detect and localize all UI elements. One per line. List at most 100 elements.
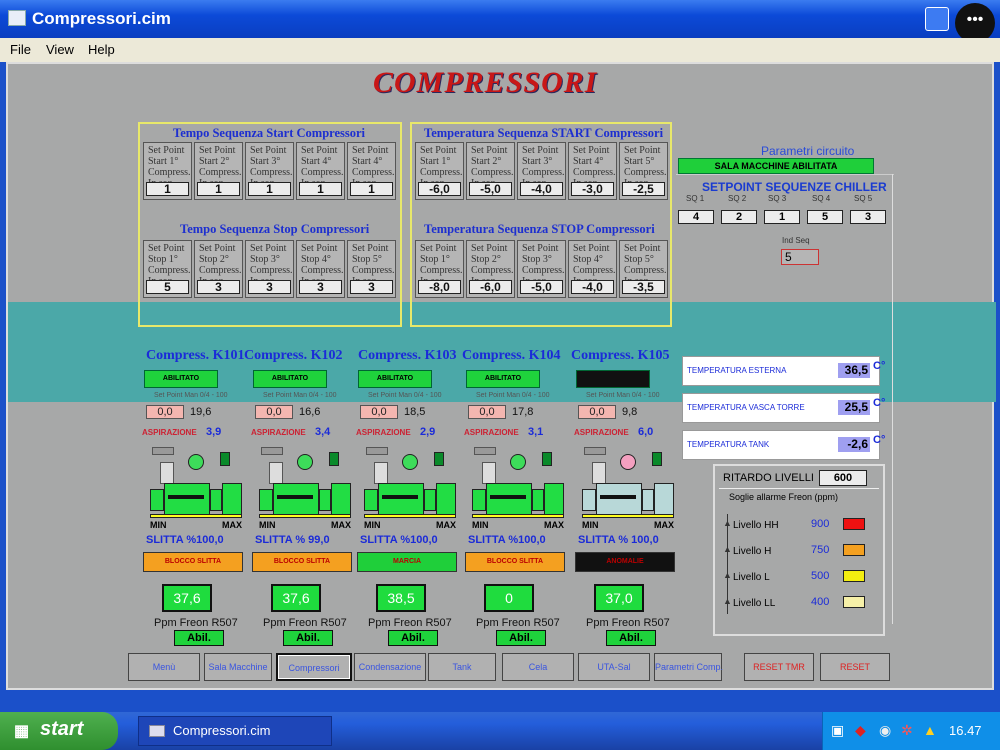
network-icon[interactable]: ▣: [831, 722, 844, 739]
setpoint-value-input[interactable]: -2,5: [622, 182, 665, 196]
abil-button[interactable]: Abil.: [388, 630, 438, 646]
setpoint-label: Set Point Man 0/4 - 100: [476, 392, 550, 399]
setpoint-value-input[interactable]: 5: [146, 280, 189, 294]
abil-button[interactable]: Abil.: [606, 630, 656, 646]
taskbar-item-compressori[interactable]: Compressori.cim: [138, 716, 332, 746]
setpoint-man-input[interactable]: 0,0: [255, 405, 293, 419]
page-title: COMPRESSORI: [373, 66, 598, 99]
setpoint-value-input[interactable]: -4,0: [571, 280, 614, 294]
abil-button[interactable]: Abil.: [496, 630, 546, 646]
clock: 16.47: [949, 723, 982, 738]
setpoint-value-input[interactable]: -3,0: [571, 182, 614, 196]
start-button[interactable]: ▦ start: [0, 712, 118, 750]
slide-position-bar: [259, 514, 351, 518]
setpoint-chiller-title: SETPOINT SEQUENZE CHILLER: [702, 180, 887, 194]
setpoint-man-input[interactable]: 0,0: [146, 405, 184, 419]
setpoint-value-input[interactable]: 1: [248, 182, 291, 196]
setpoint-man-input[interactable]: 0,0: [468, 405, 506, 419]
setpoint-cell: Set Point Stop 1° Compress. In seq.5: [143, 240, 192, 298]
compressor-status-button[interactable]: ABILITATO: [466, 370, 540, 388]
sq-label: SQ 4: [812, 194, 831, 203]
setpoint-value-input[interactable]: -5,0: [469, 182, 512, 196]
nav-button[interactable]: Tank: [428, 653, 496, 681]
setpoint-value-input[interactable]: -4,0: [520, 182, 563, 196]
level-name: Livello L: [733, 572, 770, 583]
valve-icon: [474, 447, 496, 455]
nav-button[interactable]: Condensazione: [354, 653, 426, 681]
setpoint-value-input[interactable]: 1: [299, 182, 342, 196]
nav-button[interactable]: Cela: [502, 653, 574, 681]
warning-icon[interactable]: ▲: [923, 722, 937, 738]
divider: [892, 174, 893, 624]
sq-value-input[interactable]: 3: [850, 210, 886, 224]
sq-value-input[interactable]: 4: [678, 210, 714, 224]
aspirazione-value: 6,0: [638, 426, 654, 438]
nav-button[interactable]: RESET: [820, 653, 890, 681]
sala-macchine-button[interactable]: SALA MACCHINE ABILITATA: [678, 158, 874, 174]
setpoint-value-input[interactable]: 3: [299, 280, 342, 294]
nav-button[interactable]: RESET TMR: [744, 653, 814, 681]
compressor-status-button[interactable]: ABILITATO: [144, 370, 218, 388]
slide-status-button[interactable]: BLOCCO SLITTA: [143, 552, 243, 572]
nav-button[interactable]: Compressori: [276, 653, 352, 681]
divider: [719, 488, 879, 489]
sq-value-input[interactable]: 1: [764, 210, 800, 224]
temperature-value: 25,5: [838, 400, 870, 415]
circuit-params-title: Parametri circuito: [761, 144, 855, 158]
slitta-readout: SLITTA % 99,0: [255, 534, 330, 546]
task-label: Compressori.cim: [173, 723, 271, 738]
setpoint-value-input[interactable]: -5,0: [520, 280, 563, 294]
setpoint-cell: Set Point Start 5° Compress. In seq.-2,5: [619, 142, 668, 200]
setpoint-value-input[interactable]: -6,0: [418, 182, 461, 196]
nav-button[interactable]: Sala Macchine: [204, 653, 272, 681]
shield-icon[interactable]: ◆: [855, 722, 866, 739]
setpoint-man-input[interactable]: 0,0: [578, 405, 616, 419]
virus-icon[interactable]: ✲: [901, 722, 913, 739]
setpoint-label: Set Point Man 0/4 - 100: [368, 392, 442, 399]
sq-value-input[interactable]: 2: [721, 210, 757, 224]
abil-button[interactable]: Abil.: [174, 630, 224, 646]
compressor-title: Compress. K103: [358, 348, 457, 363]
setpoint-value-input[interactable]: -8,0: [418, 280, 461, 294]
level-name: Livello LL: [733, 598, 776, 609]
compressor-status-button[interactable]: ABILITATO: [358, 370, 432, 388]
setpoint-value-input[interactable]: 3: [197, 280, 240, 294]
ritardo-value-input[interactable]: 600: [819, 470, 867, 486]
setpoint-value-input[interactable]: 1: [197, 182, 240, 196]
setpoint-man-input[interactable]: 0,0: [360, 405, 398, 419]
slide-status-button[interactable]: ANOMALIE: [575, 552, 675, 572]
aspirazione-value: 3,9: [206, 426, 222, 438]
menu-help[interactable]: Help: [88, 42, 115, 57]
solenoid-valve-icon: [434, 452, 444, 466]
setpoint-value-input[interactable]: 3: [350, 280, 393, 294]
setpoint-value-input[interactable]: 1: [146, 182, 189, 196]
setpoint-value-input[interactable]: -3,5: [622, 280, 665, 294]
eye-icon[interactable]: ◉: [879, 722, 891, 739]
compressor-status-button[interactable]: [576, 370, 650, 388]
nav-button[interactable]: Parametri Comp.: [654, 653, 723, 681]
sq-value-input[interactable]: 5: [807, 210, 843, 224]
slide-status-button[interactable]: MARCIA: [357, 552, 457, 572]
level-arrow-icon: ▲: [723, 518, 732, 528]
slide-position-bar: [364, 514, 456, 518]
compressor-status-button[interactable]: ABILITATO: [253, 370, 327, 388]
slide-status-button[interactable]: BLOCCO SLITTA: [465, 552, 565, 572]
sq-label: SQ 1: [686, 194, 705, 203]
setpoint-value-input[interactable]: 3: [248, 280, 291, 294]
menu-view[interactable]: View: [46, 42, 74, 57]
nav-button[interactable]: UTA-Sal: [578, 653, 650, 681]
setpoint-cell: Set Point Start 1° Compress. In seq.1: [143, 142, 192, 200]
level-arrow-icon: ▲: [723, 544, 732, 554]
setpoint-value-input[interactable]: 1: [350, 182, 393, 196]
abil-button[interactable]: Abil.: [283, 630, 333, 646]
setpoint-value-input[interactable]: -6,0: [469, 280, 512, 294]
nav-button[interactable]: Menù: [128, 653, 200, 681]
sq-label: SQ 2: [728, 194, 747, 203]
aspirazione-label: ASPIRAZIONE: [464, 428, 519, 437]
slide-status-button[interactable]: BLOCCO SLITTA: [252, 552, 352, 572]
minimize-button[interactable]: [925, 7, 949, 31]
more-options-icon[interactable]: •••: [955, 3, 995, 43]
menu-file[interactable]: File: [10, 42, 31, 57]
level-value: 500: [811, 570, 830, 582]
windows-logo-icon: ▦: [14, 723, 30, 740]
